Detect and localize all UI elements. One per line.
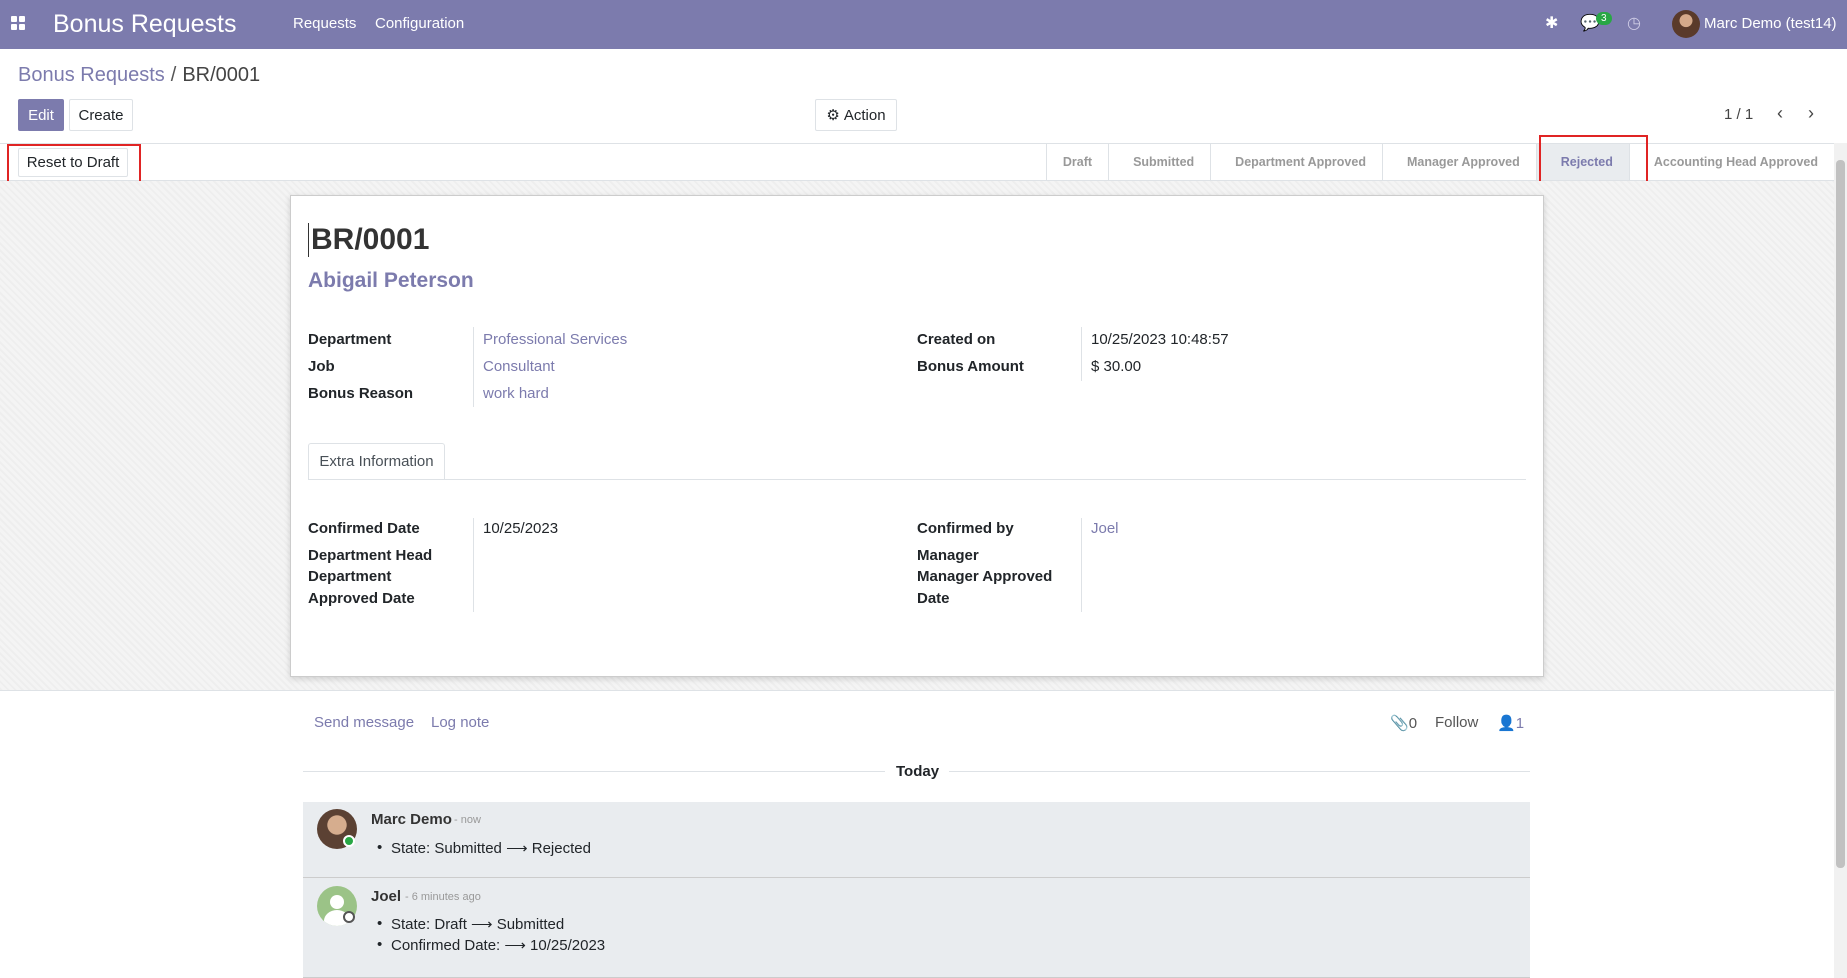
label-job: Job (308, 358, 335, 375)
user-menu[interactable]: Marc Demo (test14) (1704, 15, 1837, 32)
label-bonus-amount: Bonus Amount (917, 358, 1024, 375)
label-dept-head-line2: Department (308, 568, 392, 585)
message-item: Marc Demo - now State: Submitted ⟶ Rejec… (303, 802, 1530, 878)
pager-previous-icon[interactable]: ‹ (1777, 103, 1783, 124)
action-label: Action (843, 106, 886, 124)
breadcrumb-current: BR/0001 (182, 64, 261, 86)
bonus-amount-value: $ 30.00 (1091, 358, 1142, 375)
clock-icon[interactable]: ◷ (1627, 13, 1641, 33)
message-count-badge: 3 (1596, 12, 1612, 25)
attachments-count: 0 (1408, 715, 1418, 732)
apps-menu-icon[interactable] (11, 16, 25, 30)
stage-list: Draft Submitted Department Approved Mana… (1045, 144, 1834, 180)
label-bonus-reason: Bonus Reason (308, 385, 414, 402)
day-divider (949, 771, 1530, 772)
paperclip-icon: 📎 (1390, 715, 1409, 732)
confirmed-by-value[interactable]: Joel (1091, 520, 1119, 537)
scrollbar-thumb[interactable] (1836, 160, 1845, 868)
menu-configuration[interactable]: Configuration (375, 15, 464, 32)
breadcrumb-parent[interactable]: Bonus Requests (18, 64, 165, 86)
label-manager-line2: Manager Approved (917, 568, 1053, 585)
message-item: Joel - 6 minutes ago State: Draft ⟶ Subm… (303, 878, 1530, 978)
stage-submitted[interactable]: Submitted (1108, 144, 1210, 180)
create-button[interactable]: Create (69, 99, 133, 131)
label-department: Department (308, 331, 392, 348)
edit-button[interactable]: Edit (18, 99, 64, 131)
top-navbar: Bonus Requests Requests Configuration ✱ … (0, 0, 1847, 49)
message-line: State: Submitted ⟶ Rejected (377, 839, 591, 857)
attachments-button[interactable]: 📎0 (1390, 714, 1417, 732)
day-label: Today (896, 763, 940, 780)
rejected-stage-highlight (1539, 135, 1648, 185)
person-icon: 👤 (1497, 715, 1516, 732)
send-message-button[interactable]: Send message (314, 714, 414, 731)
message-line: State: Draft ⟶ Submitted (377, 915, 564, 933)
reset-button-highlight (7, 144, 141, 183)
label-dept-head-line3: Approved Date (308, 590, 415, 607)
breadcrumb: Bonus Requests / BR/0001 (18, 64, 260, 87)
field-divider (473, 518, 474, 612)
follow-button[interactable]: Follow (1435, 714, 1478, 731)
form-sheet: BR/0001 Abigail Peterson Department Job … (290, 195, 1544, 677)
department-value[interactable]: Professional Services (483, 331, 627, 348)
label-confirmed-by: Confirmed by (917, 520, 1014, 537)
field-divider (1081, 518, 1082, 612)
followers-button[interactable]: 👤1 (1497, 714, 1524, 732)
job-value[interactable]: Consultant (483, 358, 555, 375)
breadcrumb-separator: / (170, 64, 177, 86)
offline-status-icon (343, 911, 355, 923)
pager-value[interactable]: 1 / 1 (1724, 106, 1753, 123)
bonus-reason-value: work hard (483, 385, 549, 402)
message-time: - 6 minutes ago (405, 891, 481, 903)
confirmed-date-value: 10/25/2023 (483, 520, 559, 537)
label-manager-line3: Date (917, 590, 950, 607)
app-title[interactable]: Bonus Requests (53, 10, 236, 39)
day-divider (303, 771, 885, 772)
stage-department-approved[interactable]: Department Approved (1210, 144, 1382, 180)
employee-name[interactable]: Abigail Peterson (308, 269, 474, 293)
stage-accounting-head-approved[interactable]: Accounting Head Approved (1628, 144, 1834, 180)
message-time: - now (454, 814, 481, 826)
message-author[interactable]: Marc Demo (371, 811, 452, 828)
followers-count: 1 (1515, 715, 1525, 732)
bug-icon[interactable]: ✱ (1545, 13, 1558, 33)
tab-extra-information[interactable]: Extra Information (308, 443, 445, 480)
stage-manager-approved[interactable]: Manager Approved (1381, 144, 1536, 180)
created-on-value: 10/25/2023 10:48:57 (1091, 331, 1229, 348)
record-name: BR/0001 (308, 223, 429, 257)
user-avatar[interactable] (1672, 10, 1700, 38)
field-divider (1081, 327, 1082, 381)
label-dept-head-line1: Department Head (308, 547, 433, 564)
log-note-button[interactable]: Log note (431, 714, 489, 731)
label-created-on: Created on (917, 331, 996, 348)
action-button[interactable]: ⚙ Action (815, 99, 897, 131)
pager-next-icon[interactable]: › (1808, 103, 1814, 124)
menu-requests[interactable]: Requests (293, 15, 356, 32)
tab-divider (308, 479, 1526, 480)
message-line: Confirmed Date: ⟶ 10/25/2023 (377, 936, 605, 954)
gear-icon: ⚙ (826, 107, 840, 124)
label-confirmed-date: Confirmed Date (308, 520, 420, 537)
online-status-icon (343, 835, 355, 847)
stage-draft[interactable]: Draft (1045, 144, 1108, 180)
message-author[interactable]: Joel (371, 888, 401, 905)
field-divider (473, 327, 474, 407)
label-manager-line1: Manager (917, 547, 979, 564)
